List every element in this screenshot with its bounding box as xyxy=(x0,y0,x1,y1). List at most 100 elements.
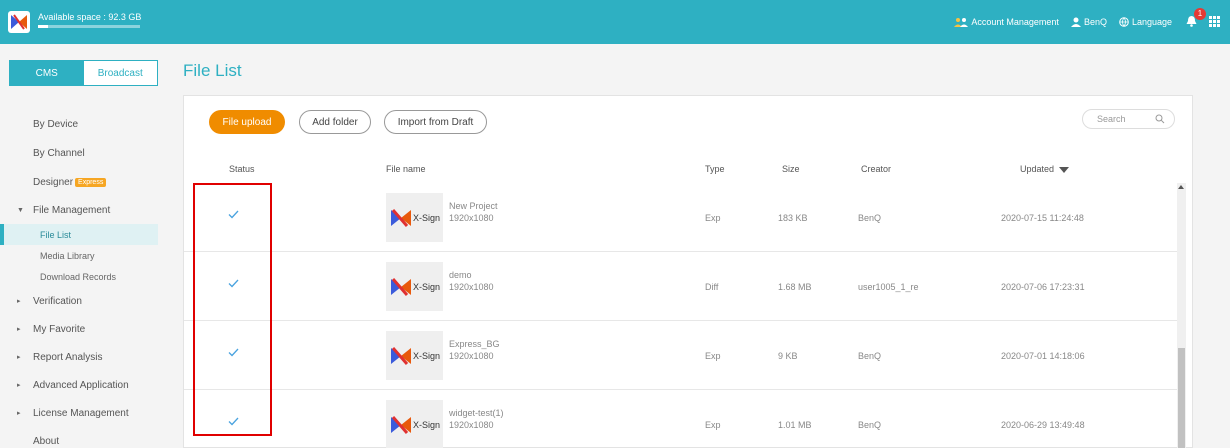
express-badge: Express xyxy=(75,177,107,187)
caret-right-icon: ▸ xyxy=(17,326,21,333)
file-resolution: 1920x1080 xyxy=(449,213,494,223)
sidebar-item-label: File Management xyxy=(33,204,111,216)
file-thumbnail[interactable]: X-Sign xyxy=(386,193,443,242)
xsign-logo-icon xyxy=(391,416,411,434)
sidebar-nav: By Device By Channel Designer Express ▼ F… xyxy=(0,110,158,448)
sidebar-item-verification[interactable]: ▸ Verification xyxy=(0,287,158,315)
user-icon xyxy=(1070,17,1081,27)
account-management-link[interactable]: Account Management xyxy=(954,17,1059,27)
status-column-highlight xyxy=(193,183,272,436)
space-usage-bar xyxy=(38,25,140,28)
file-creator: BenQ xyxy=(858,351,882,361)
file-name: Express_BG 1920x1080 xyxy=(449,338,500,362)
sidebar-item-about[interactable]: About xyxy=(0,427,158,448)
table-row[interactable]: X-Sign demo 1920x1080 Diff 1.68 MB user10… xyxy=(184,252,1177,321)
user-name: BenQ xyxy=(1083,17,1107,27)
thumb-label: X-Sign xyxy=(413,213,441,223)
sidebar-item-label: Report Analysis xyxy=(33,351,103,363)
add-folder-button[interactable]: Add folder xyxy=(299,110,371,134)
file-type: Exp xyxy=(705,420,721,430)
sidebar-item-label: By Device xyxy=(33,118,79,130)
search-placeholder: Search xyxy=(1097,114,1126,124)
file-type: Exp xyxy=(705,213,721,223)
column-size: Size xyxy=(782,164,800,174)
available-space-text: Available space : 92.3 GB xyxy=(38,12,142,22)
file-creator: BenQ xyxy=(858,213,882,223)
account-management-label: Account Management xyxy=(971,17,1059,27)
file-size: 9 KB xyxy=(778,351,798,361)
sidebar-item-advanced-application[interactable]: ▸ Advanced Application xyxy=(0,371,158,399)
tab-cms[interactable]: CMS xyxy=(10,61,84,85)
caret-right-icon: ▸ xyxy=(17,354,21,361)
thumb-label: X-Sign xyxy=(413,420,441,430)
file-size: 1.68 MB xyxy=(778,282,812,292)
file-type: Diff xyxy=(705,282,719,292)
sidebar-item-label: Verification xyxy=(33,295,82,307)
file-type: Exp xyxy=(705,351,721,361)
column-updated: Updated xyxy=(1020,164,1055,174)
sidebar-item-download-records[interactable]: Download Records xyxy=(0,266,158,287)
language-menu[interactable]: Language xyxy=(1119,17,1172,27)
top-bar: Available space : 92.3 GB Account Manage… xyxy=(0,0,1230,44)
file-resolution: 1920x1080 xyxy=(449,351,494,361)
table-row[interactable]: X-Sign Express_BG 1920x1080 Exp 9 KB BenQ… xyxy=(184,321,1177,390)
language-label: Language xyxy=(1131,17,1172,27)
users-icon xyxy=(954,18,969,27)
file-table-body: X-Sign New Project 1920x1080 Exp 183 KB B… xyxy=(184,183,1177,448)
sidebar-item-label: About xyxy=(33,435,60,447)
file-updated: 2020-07-15 11:24:48 xyxy=(1001,213,1084,223)
scroll-up-arrow-icon[interactable] xyxy=(1178,185,1184,189)
tab-broadcast[interactable]: Broadcast xyxy=(84,61,158,85)
sidebar-item-media-library[interactable]: Media Library xyxy=(0,245,158,266)
sidebar-item-file-list[interactable]: File List xyxy=(0,224,158,245)
search-icon[interactable] xyxy=(1155,114,1165,124)
file-resolution: 1920x1080 xyxy=(449,282,494,292)
scrollbar-thumb[interactable] xyxy=(1178,348,1185,448)
file-creator: BenQ xyxy=(858,420,882,430)
search-input[interactable]: Search xyxy=(1082,109,1175,129)
space-usage-fill xyxy=(38,25,49,28)
import-from-draft-button[interactable]: Import from Draft xyxy=(384,110,487,134)
notifications-button[interactable]: 1 xyxy=(1186,8,1206,29)
file-thumbnail[interactable]: X-Sign xyxy=(386,331,443,380)
user-menu[interactable]: BenQ xyxy=(1070,17,1107,27)
sidebar-item-label: Advanced Application xyxy=(33,379,129,391)
sidebar-item-my-favorite[interactable]: ▸ My Favorite xyxy=(0,315,158,343)
file-updated: 2020-06-29 13:49:48 xyxy=(1001,420,1085,430)
file-name: demo 1920x1080 xyxy=(449,269,494,293)
file-thumbnail[interactable]: X-Sign xyxy=(386,262,443,311)
table-row[interactable]: X-Sign widget-test(1) 1920x1080 Exp 1.01 … xyxy=(184,390,1177,448)
file-upload-button[interactable]: File upload xyxy=(209,110,285,134)
sidebar-item-report-analysis[interactable]: ▸ Report Analysis xyxy=(0,343,158,371)
caret-right-icon: ▸ xyxy=(17,382,21,389)
file-resolution: 1920x1080 xyxy=(449,420,494,430)
caret-right-icon: ▸ xyxy=(17,410,21,417)
xsign-logo-icon[interactable] xyxy=(8,11,30,33)
xsign-logo-icon xyxy=(391,347,411,365)
file-title: demo xyxy=(449,270,472,280)
table-scrollbar[interactable] xyxy=(1177,183,1186,448)
column-updated-sort[interactable]: Updated xyxy=(1020,164,1070,174)
sidebar-item-file-management[interactable]: ▼ File Management xyxy=(0,196,158,224)
column-type: Type xyxy=(705,164,725,174)
file-updated: 2020-07-01 14:18:06 xyxy=(1001,351,1085,361)
page-title: File List xyxy=(183,61,242,80)
globe-icon xyxy=(1119,17,1129,27)
file-creator: user1005_1_re xyxy=(858,282,919,292)
sidebar-item-license-management[interactable]: ▸ License Management xyxy=(0,399,158,427)
caret-right-icon: ▸ xyxy=(17,298,21,305)
sidebar-item-label: My Favorite xyxy=(33,323,86,335)
file-updated: 2020-07-06 17:23:31 xyxy=(1001,282,1085,292)
sidebar-item-label: License Management xyxy=(33,407,129,419)
notification-count-badge: 1 xyxy=(1194,8,1206,20)
table-header: Status File name Type Size Creator Updat… xyxy=(184,162,1184,178)
mode-tabs: CMS Broadcast xyxy=(9,60,158,86)
table-row[interactable]: X-Sign New Project 1920x1080 Exp 183 KB B… xyxy=(184,183,1177,252)
sidebar-item-by-device[interactable]: By Device xyxy=(0,110,158,138)
sidebar-item-designer[interactable]: Designer Express xyxy=(0,168,158,196)
apps-grid-icon[interactable] xyxy=(1209,15,1220,29)
sidebar-item-by-channel[interactable]: By Channel xyxy=(0,139,158,167)
thumb-label: X-Sign xyxy=(413,282,441,292)
column-creator: Creator xyxy=(861,164,892,174)
file-thumbnail[interactable]: X-Sign xyxy=(386,400,443,448)
